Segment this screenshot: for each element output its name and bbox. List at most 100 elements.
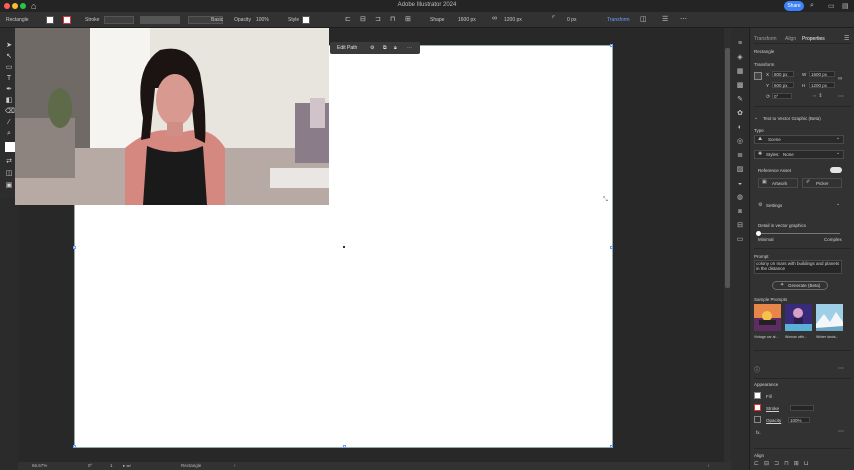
search-icon[interactable]: ⌕ [810, 2, 814, 10]
handle-bottom-middle[interactable] [343, 445, 346, 448]
chevron-down-icon[interactable]: ⌄ [836, 201, 840, 207]
align-buttons[interactable]: ⊏⊟⊐⊓⊞⊔ [754, 460, 813, 467]
pathfinder-panel-icon[interactable]: ⧈ [736, 208, 744, 216]
align-top-icon[interactable]: ⊓ [390, 15, 395, 23]
w-value[interactable]: 1600 px [811, 72, 827, 77]
selection-tool-icon[interactable]: ➤ [5, 42, 13, 50]
color-panel-icon[interactable]: ◍ [736, 194, 744, 202]
height-value[interactable]: 1200 px [504, 17, 522, 23]
duplicate-icon[interactable]: ⧉ [383, 45, 387, 51]
settings-label[interactable]: Settings [766, 203, 782, 208]
tab-align[interactable]: Align [785, 36, 796, 42]
link-icon[interactable]: ∞ [492, 15, 497, 22]
variable-width-field[interactable] [140, 16, 180, 24]
align-center-icon[interactable]: ⊟ [360, 15, 366, 23]
stroke-weight-field[interactable] [790, 405, 814, 411]
libraries-panel-icon[interactable]: ▦ [736, 68, 744, 76]
chevron-right-icon[interactable]: › [234, 463, 236, 468]
transparency-panel-icon[interactable]: ◒ [736, 180, 744, 188]
rectangle-tool-icon[interactable]: ▭ [5, 64, 13, 72]
handle-middle-right[interactable] [610, 246, 613, 249]
fill-swatch[interactable] [754, 392, 761, 399]
swatches-panel-icon[interactable]: ▩ [736, 82, 744, 90]
appearance-panel-icon[interactable]: ◎ [736, 138, 744, 146]
artboard-nav-icon[interactable]: ▸ ⏭ [123, 463, 131, 469]
stroke-label[interactable]: Stroke [766, 406, 779, 411]
flip-icons[interactable]: ⇔ ⇕ [812, 93, 823, 99]
align-middle-icon[interactable]: ⊞ [405, 15, 411, 23]
info-icon[interactable]: ⓘ [754, 365, 760, 374]
transform-link[interactable]: Transform [607, 17, 630, 23]
brushes-panel-icon[interactable]: ✎ [736, 96, 744, 104]
sample-thumb-winter[interactable] [816, 304, 843, 331]
graphic-styles-panel-icon[interactable]: ◐ [736, 124, 744, 132]
tab-transform[interactable]: Transform [754, 36, 777, 42]
panel-menu-icon[interactable]: ☰ [844, 35, 849, 42]
scrollbar-thumb[interactable] [725, 48, 730, 288]
eraser-tool-icon[interactable]: ⌫ [5, 108, 15, 116]
more-options-icon[interactable]: ⋯ [838, 93, 844, 100]
handle-top-right[interactable] [610, 44, 613, 47]
more-icon[interactable]: ⋯ [407, 45, 412, 51]
arrange-icon[interactable]: ▤ [842, 2, 849, 10]
handle-bottom-right[interactable] [610, 445, 613, 448]
zoom-level[interactable]: 66.67% [32, 463, 47, 468]
opacity-value[interactable]: 100% [256, 17, 269, 23]
h-value[interactable]: 1200 px [811, 83, 827, 88]
rotation-value[interactable]: 0° [88, 463, 92, 468]
stroke-weight-field[interactable] [104, 16, 134, 24]
opacity-label[interactable]: Opacity [766, 418, 781, 423]
stroke-swatch[interactable] [63, 16, 71, 24]
more-options-icon[interactable]: ⋯ [838, 428, 844, 435]
gradient-panel-icon[interactable]: ▨ [736, 166, 744, 174]
type-tool-icon[interactable]: T [5, 75, 13, 83]
width-value[interactable]: 1600 px [458, 17, 476, 23]
corner-icon[interactable]: ⌜ [552, 15, 555, 23]
y-value[interactable]: 600 px [774, 83, 788, 88]
align-right-icon[interactable]: ⊐ [375, 15, 381, 23]
direct-selection-tool-icon[interactable]: ↖ [5, 53, 13, 61]
zoom-tool-icon[interactable]: ⌕ [5, 130, 13, 138]
more-options-icon[interactable]: ☰ [662, 15, 668, 23]
tab-properties[interactable]: Properties [802, 36, 825, 42]
screen-mode-icon[interactable]: ▣ [5, 182, 13, 190]
isolate-icon[interactable]: ◫ [640, 15, 647, 23]
gear-icon[interactable]: ⚙ [370, 45, 374, 51]
swap-color-icon[interactable]: ⇄ [5, 158, 13, 166]
lock-icon[interactable]: 🔒︎ [394, 45, 397, 51]
align-left-icon[interactable]: ⊏ [345, 15, 351, 23]
reference-point-icon[interactable] [754, 72, 762, 80]
fill-swatch[interactable] [46, 16, 54, 24]
more-options-icon[interactable]: ⋯ [838, 365, 844, 372]
detail-slider-track[interactable] [758, 233, 840, 234]
artboards-panel-icon[interactable]: ▭ [736, 236, 744, 244]
fx-button[interactable]: fx. [756, 430, 761, 435]
layers-panel-icon[interactable]: ◈ [736, 54, 744, 62]
reference-toggle[interactable] [830, 167, 842, 173]
workspace-icon[interactable]: ▭ [828, 2, 835, 10]
sample-thumb-vintage-car[interactable] [754, 304, 781, 331]
angle-value[interactable]: 0° [774, 94, 778, 99]
properties-panel-icon[interactable]: ≡ [736, 40, 744, 48]
edit-path-button[interactable]: Edit Path [337, 45, 357, 51]
detail-slider-thumb[interactable] [756, 231, 761, 236]
stroke-panel-icon[interactable]: ≣ [736, 152, 744, 160]
style-swatch[interactable] [302, 16, 310, 24]
share-button[interactable]: Share [784, 1, 804, 11]
draw-mode-icon[interactable]: ◫ [5, 170, 13, 178]
fill-stroke-icon[interactable] [5, 142, 15, 152]
symbols-panel-icon[interactable]: ✿ [736, 110, 744, 118]
vertical-scrollbar[interactable] [724, 28, 731, 462]
opacity-value[interactable]: 100% [790, 418, 802, 423]
handle-middle-left[interactable] [73, 246, 76, 249]
expand-icon[interactable]: ⋯ [680, 15, 687, 23]
sample-thumb-woman[interactable] [785, 304, 812, 331]
horizontal-scrollbar-arrow[interactable]: ‹ [708, 463, 710, 468]
x-value[interactable]: 800 px [774, 72, 788, 77]
align-panel-icon[interactable]: ⊟ [736, 222, 744, 230]
artboard-number[interactable]: 1 [110, 463, 113, 468]
pen-tool-icon[interactable]: ✒ [5, 86, 13, 94]
handle-bottom-left[interactable] [73, 445, 76, 448]
chevron-down-icon[interactable]: ⌄ [754, 115, 758, 121]
shape-builder-icon[interactable]: ◧ [5, 97, 13, 105]
